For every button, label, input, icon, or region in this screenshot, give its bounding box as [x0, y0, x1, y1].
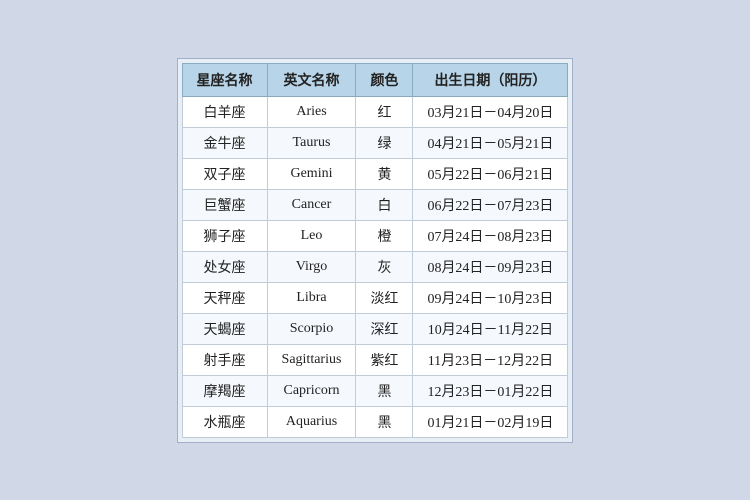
cell-english-name: Libra: [267, 282, 356, 313]
table-row: 巨蟹座Cancer白06月22日－07月23日: [182, 189, 568, 220]
cell-dates: 08月24日－09月23日: [413, 251, 568, 282]
zodiac-table: 星座名称 英文名称 颜色 出生日期（阳历） 白羊座Aries红03月21日－04…: [182, 63, 569, 438]
cell-english-name: Aquarius: [267, 406, 356, 437]
table-row: 天秤座Libra淡红09月24日－10月23日: [182, 282, 568, 313]
cell-chinese-name: 射手座: [182, 344, 267, 375]
cell-color: 红: [356, 96, 413, 127]
cell-dates: 10月24日－11月22日: [413, 313, 568, 344]
cell-chinese-name: 处女座: [182, 251, 267, 282]
cell-english-name: Scorpio: [267, 313, 356, 344]
cell-dates: 03月21日－04月20日: [413, 96, 568, 127]
cell-dates: 12月23日－01月22日: [413, 375, 568, 406]
cell-chinese-name: 水瓶座: [182, 406, 267, 437]
cell-dates: 04月21日－05月21日: [413, 127, 568, 158]
table-row: 狮子座Leo橙07月24日－08月23日: [182, 220, 568, 251]
cell-chinese-name: 狮子座: [182, 220, 267, 251]
cell-dates: 01月21日－02月19日: [413, 406, 568, 437]
header-dates: 出生日期（阳历）: [413, 63, 568, 96]
cell-chinese-name: 摩羯座: [182, 375, 267, 406]
cell-english-name: Taurus: [267, 127, 356, 158]
cell-color: 淡红: [356, 282, 413, 313]
cell-chinese-name: 白羊座: [182, 96, 267, 127]
cell-chinese-name: 天秤座: [182, 282, 267, 313]
cell-color: 白: [356, 189, 413, 220]
cell-dates: 11月23日－12月22日: [413, 344, 568, 375]
cell-color: 黑: [356, 406, 413, 437]
table-row: 白羊座Aries红03月21日－04月20日: [182, 96, 568, 127]
cell-english-name: Sagittarius: [267, 344, 356, 375]
cell-dates: 07月24日－08月23日: [413, 220, 568, 251]
cell-color: 黄: [356, 158, 413, 189]
table-body: 白羊座Aries红03月21日－04月20日金牛座Taurus绿04月21日－0…: [182, 96, 568, 437]
table-header-row: 星座名称 英文名称 颜色 出生日期（阳历）: [182, 63, 568, 96]
cell-chinese-name: 巨蟹座: [182, 189, 267, 220]
table-row: 水瓶座Aquarius黑01月21日－02月19日: [182, 406, 568, 437]
table-row: 处女座Virgo灰08月24日－09月23日: [182, 251, 568, 282]
cell-english-name: Leo: [267, 220, 356, 251]
table-row: 金牛座Taurus绿04月21日－05月21日: [182, 127, 568, 158]
cell-color: 紫红: [356, 344, 413, 375]
cell-chinese-name: 天蝎座: [182, 313, 267, 344]
cell-english-name: Cancer: [267, 189, 356, 220]
cell-dates: 06月22日－07月23日: [413, 189, 568, 220]
table-row: 射手座Sagittarius紫红11月23日－12月22日: [182, 344, 568, 375]
header-chinese-name: 星座名称: [182, 63, 267, 96]
table-row: 双子座Gemini黄05月22日－06月21日: [182, 158, 568, 189]
cell-color: 橙: [356, 220, 413, 251]
cell-dates: 05月22日－06月21日: [413, 158, 568, 189]
header-color: 颜色: [356, 63, 413, 96]
table-row: 天蝎座Scorpio深红10月24日－11月22日: [182, 313, 568, 344]
cell-chinese-name: 金牛座: [182, 127, 267, 158]
header-english-name: 英文名称: [267, 63, 356, 96]
cell-color: 灰: [356, 251, 413, 282]
table-row: 摩羯座Capricorn黑12月23日－01月22日: [182, 375, 568, 406]
cell-dates: 09月24日－10月23日: [413, 282, 568, 313]
cell-chinese-name: 双子座: [182, 158, 267, 189]
cell-english-name: Capricorn: [267, 375, 356, 406]
table-container: 星座名称 英文名称 颜色 出生日期（阳历） 白羊座Aries红03月21日－04…: [177, 58, 574, 443]
cell-color: 深红: [356, 313, 413, 344]
cell-english-name: Aries: [267, 96, 356, 127]
cell-color: 黑: [356, 375, 413, 406]
cell-english-name: Gemini: [267, 158, 356, 189]
cell-english-name: Virgo: [267, 251, 356, 282]
cell-color: 绿: [356, 127, 413, 158]
